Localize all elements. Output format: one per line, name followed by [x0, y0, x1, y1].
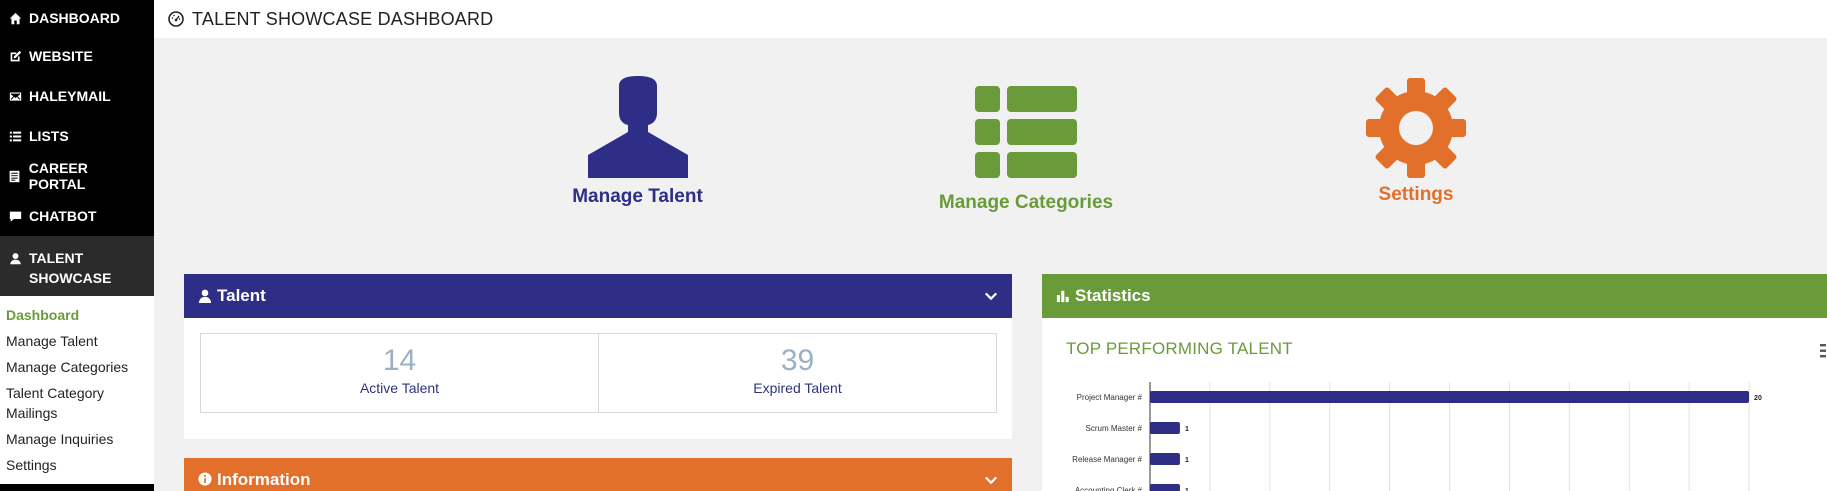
nav-label: CAREER PORTAL [28, 160, 88, 192]
expired-talent-stat[interactable]: 39 Expired Talent [598, 333, 997, 413]
chart-bar[interactable] [1150, 453, 1180, 465]
information-panel-title: Information [217, 470, 311, 489]
talent-stats: 14 Active Talent 39 Expired Talent [184, 318, 1012, 439]
page-title: TALENT SHOWCASE DASHBOARD [192, 8, 494, 29]
nav-label: DASHBOARD [29, 10, 120, 26]
mail-icon [8, 89, 22, 103]
expired-talent-label: Expired Talent [753, 380, 842, 396]
subnav-manage-categories[interactable]: Manage Categories [6, 354, 154, 380]
talent-showcase-subnav: Dashboard Manage Talent Manage Categorie… [0, 296, 154, 484]
active-talent-label: Active Talent [359, 380, 440, 396]
chart-data-label: 1 [1185, 457, 1189, 464]
nav-career-portal[interactable]: CAREER PORTAL [0, 156, 154, 196]
edit-icon [8, 49, 22, 63]
nav-lists[interactable]: LISTS [0, 116, 154, 156]
list-icon [8, 129, 22, 143]
chart-menu-icon[interactable] [1820, 344, 1826, 358]
dashboard-gauge-icon [168, 11, 184, 27]
chevron-down-icon[interactable] [984, 289, 998, 303]
nav-chatbot[interactable]: CHATBOT [0, 196, 154, 236]
chart-category-label: Scrum Master # [1086, 424, 1143, 433]
page-header: TALENT SHOWCASE DASHBOARD [154, 0, 1827, 38]
information-panel-header[interactable]: Information [184, 458, 1012, 491]
subnav-talent-category-mailings[interactable]: Talent Category Mailings [6, 380, 126, 426]
statistics-panel-header[interactable]: Statistics [1042, 274, 1827, 318]
nav-website[interactable]: WEBSITE [0, 36, 154, 76]
user-icon [8, 251, 22, 265]
subnav-settings[interactable]: Settings [6, 452, 154, 478]
manage-talent-shortcut[interactable]: Manage Talent [560, 76, 715, 208]
chart-category-label: Release Manager # [1072, 455, 1142, 464]
subnav-dashboard[interactable]: Dashboard [6, 302, 154, 328]
active-talent-count: 14 [382, 344, 417, 377]
chart-bar[interactable] [1150, 391, 1750, 403]
top-performing-talent-chart: Project Manager # 20 Scrum Master # 1 Releas… [1072, 382, 1762, 491]
settings-shortcut[interactable]: Settings [1366, 78, 1466, 206]
talent-panel-title: Talent [217, 286, 266, 305]
subnav-manage-talent[interactable]: Manage Talent [6, 328, 154, 354]
chevron-down-icon[interactable] [984, 473, 998, 487]
nav-haleymail[interactable]: HALEYMAIL [0, 76, 154, 116]
manage-talent-label: Manage Talent [572, 186, 703, 207]
chart-title: TOP PERFORMING TALENT [1066, 339, 1293, 358]
chart-bar[interactable] [1150, 422, 1180, 434]
information-panel: Information [184, 458, 1012, 491]
document-icon [8, 169, 22, 183]
nav-label: LISTS [29, 128, 69, 144]
chart-category-label: Accounting Clerk # [1075, 486, 1143, 491]
chat-icon [8, 209, 22, 223]
nav-talent-showcase[interactable]: TALENT SHOWCASE [0, 236, 154, 296]
active-talent-stat[interactable]: 14 Active Talent [200, 333, 599, 413]
nav-label: WEBSITE [29, 48, 93, 64]
nav-label: TALENT SHOWCASE [29, 250, 112, 286]
sidebar: DASHBOARD WEBSITE HALEYMAIL LISTS CAREER… [0, 0, 154, 491]
chart-data-label: 1 [1185, 426, 1189, 433]
manage-categories-label: Manage Categories [938, 192, 1114, 213]
nav-dashboard[interactable]: DASHBOARD [0, 0, 154, 36]
expired-talent-count: 39 [780, 344, 815, 377]
info-icon [198, 472, 212, 486]
chart-data-label: 20 [1754, 395, 1762, 402]
settings-label: Settings [1378, 184, 1454, 205]
nav-label: CHATBOT [29, 208, 97, 224]
talent-panel-header[interactable]: Talent [184, 274, 1012, 318]
manage-categories-shortcut[interactable]: Manage Categories [935, 86, 1117, 214]
statistics-panel-title: Statistics [1075, 286, 1151, 305]
categories-list-icon [975, 86, 1077, 178]
chart-category-label: Project Manager # [1077, 393, 1143, 402]
gear-icon [1366, 78, 1466, 178]
user-icon [198, 289, 212, 303]
home-icon [8, 11, 22, 25]
chart-bar[interactable] [1150, 484, 1180, 491]
talent-panel: Talent 14 Active Talent 39 Expired Talen… [184, 274, 1012, 439]
user-silhouette-icon [587, 76, 688, 178]
subnav-manage-inquiries[interactable]: Manage Inquiries [6, 426, 154, 452]
bar-chart-icon [1056, 290, 1069, 303]
nav-label: HALEYMAIL [29, 88, 111, 104]
